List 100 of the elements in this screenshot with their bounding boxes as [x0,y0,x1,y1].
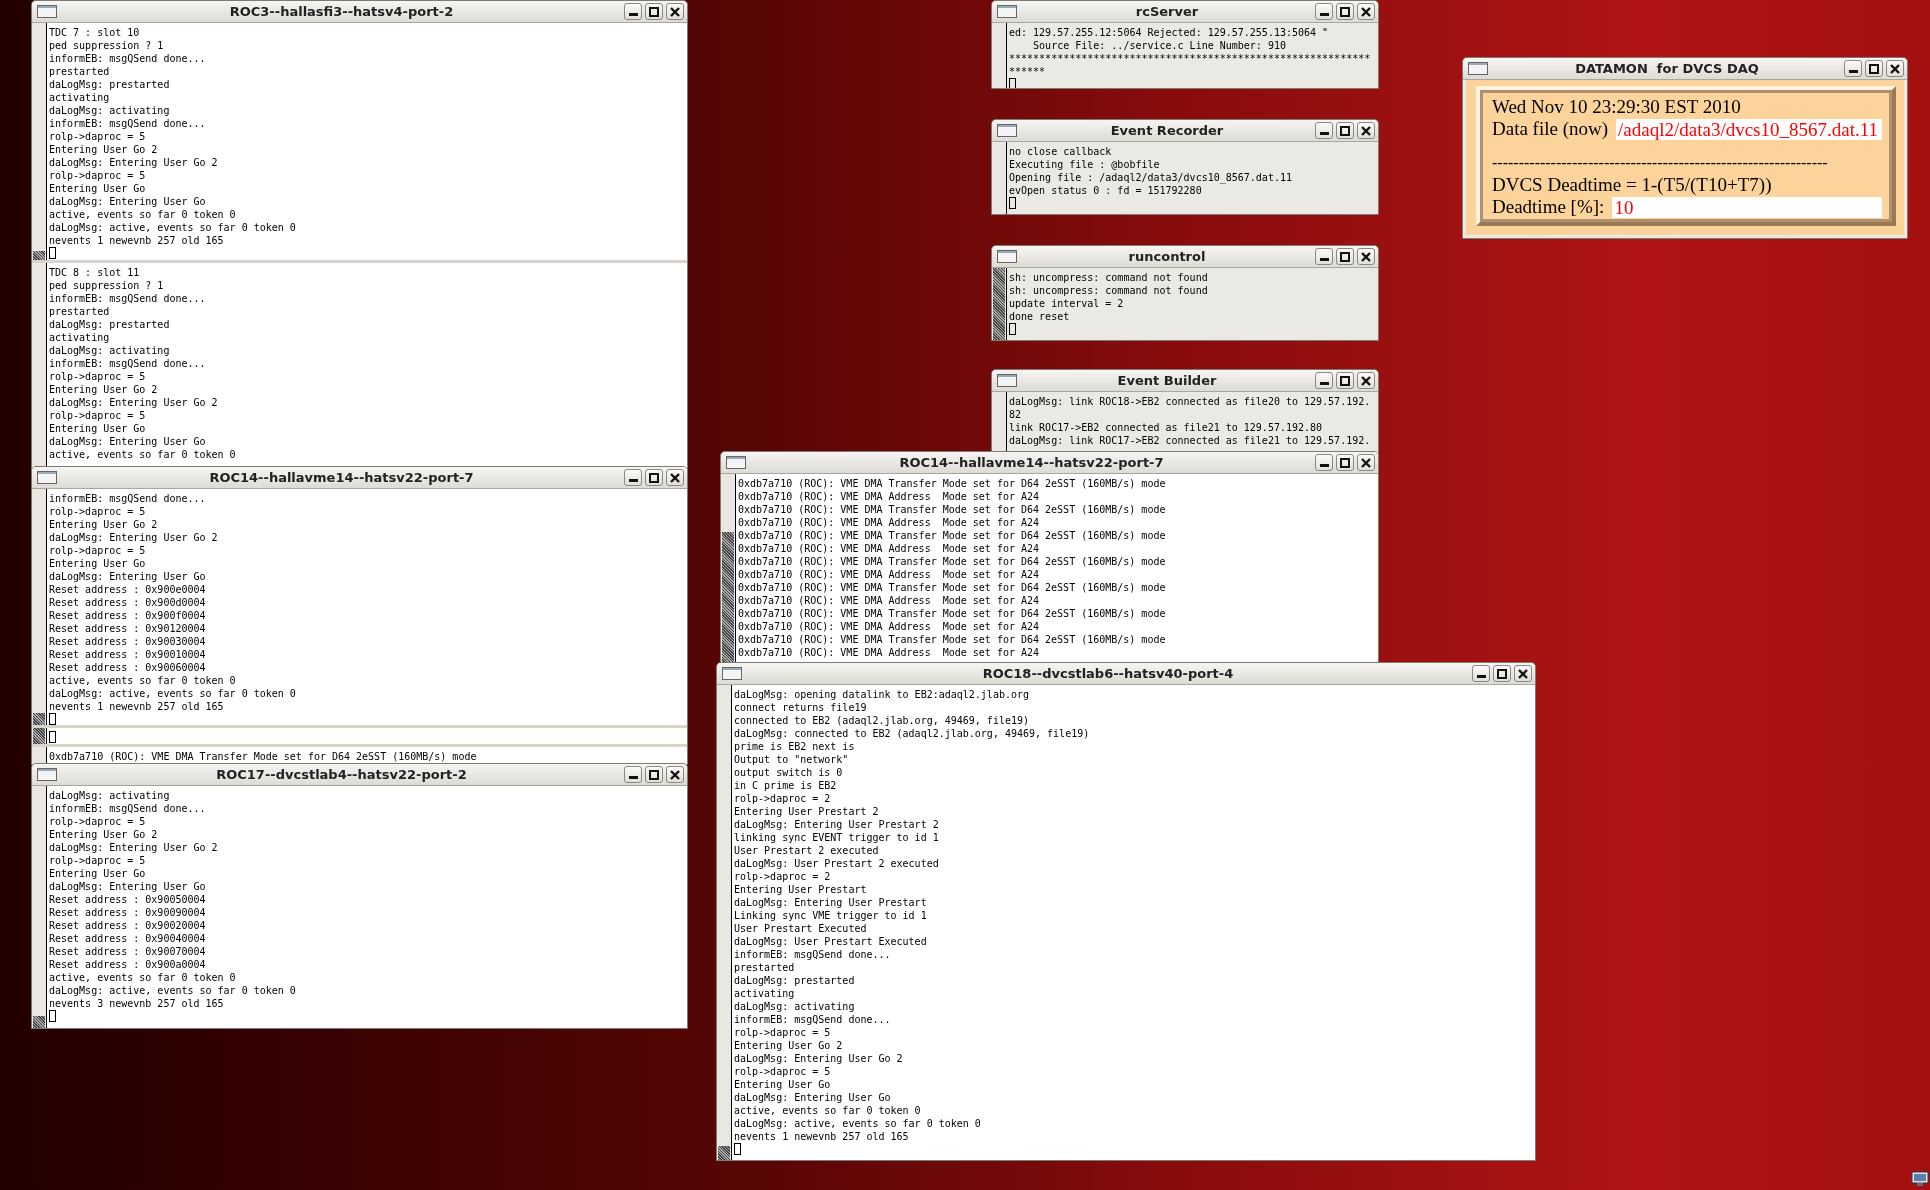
window-menu-button[interactable] [1468,61,1490,76]
terminal-line: Executing file : @bobfile [1009,158,1160,171]
close-button[interactable] [1357,454,1375,471]
terminal-line: ped suppression ? 1 [49,39,164,52]
terminal-line: daLogMsg: Entering User Go 2 [49,156,218,169]
maximize-button[interactable] [1865,60,1883,77]
scrollbar-thumb[interactable] [33,713,45,725]
close-button[interactable] [1357,122,1375,139]
close-button[interactable] [1886,60,1904,77]
minimize-button[interactable] [1315,372,1333,389]
close-button[interactable] [666,469,684,486]
maximize-button[interactable] [1336,122,1354,139]
minimize-button[interactable] [1472,665,1490,682]
maximize-icon [649,769,659,780]
window-menu-button[interactable] [722,666,744,681]
close-icon [670,472,680,483]
scrollbar-thumb[interactable] [33,728,45,744]
window-menu-icon [997,124,1017,137]
close-icon [1890,63,1900,74]
minimize-button[interactable] [624,3,642,20]
monitor-icon[interactable] [1911,1171,1929,1187]
terminal-line: Entering User Go 2 [49,518,158,531]
terminal-line: 82 [1009,408,1022,421]
maximize-button[interactable] [1493,665,1511,682]
minimize-button[interactable] [624,766,642,783]
window-menu-button[interactable] [726,455,748,470]
terminal-line: daLogMsg: active, events so far 0 token 0 [49,221,296,234]
maximize-icon [1340,125,1350,136]
terminal-line: Output to "network" [734,753,849,766]
minimize-button[interactable] [1844,60,1862,77]
window-menu-button[interactable] [37,767,59,782]
terminal-line: daLogMsg: User Prestart Executed [734,935,927,948]
maximize-icon [649,472,659,483]
terminal-line: sh: uncompress: command not found [1009,284,1208,297]
terminal-line: rolp->daproc = 5 [49,544,146,557]
terminal-line: ped suppression ? 1 [49,279,164,292]
terminal-line: Entering User Go [734,1078,831,1091]
window-title: DATAMON for DVCS DAQ [1574,61,1760,76]
maximize-icon [1340,375,1350,386]
terminal-line: prestarted [49,305,110,318]
close-button[interactable] [666,3,684,20]
close-button[interactable] [666,766,684,783]
terminal-line: Reset address : 0x90010004 [49,648,206,661]
scrollbar-thumb[interactable] [33,250,45,260]
window-title: ROC14--hallavme14--hatsv22-port-7 [898,455,1165,470]
minimize-button[interactable] [1315,122,1333,139]
window-menu-button[interactable] [37,4,59,19]
terminal-line: nevents 3 newevnb 257 old 165 [49,997,224,1010]
window-title: Event Recorder [1109,123,1225,138]
terminal-line: daLogMsg: active, events so far 0 token 0 [49,984,296,997]
close-icon [1361,457,1371,468]
dashed-rule-text: --------------------------------------------------------------- [1492,153,1828,173]
window-menu-icon [37,471,57,484]
minimize-button[interactable] [624,469,642,486]
maximize-button[interactable] [645,766,663,783]
terminal-line: Entering User Prestart 2 [734,805,879,818]
terminal-line: nevents 1 newevnb 257 old 165 [49,234,224,247]
terminal-line: ****** [1009,65,1046,78]
window-menu-button[interactable] [997,4,1019,19]
scrollbar-thumb[interactable] [993,268,1005,340]
close-button[interactable] [1357,3,1375,20]
scrollbar-thumb[interactable] [718,1145,730,1160]
terminal-line: TDC 7 : slot 10 [49,26,140,39]
window-menu-icon [997,5,1017,18]
maximize-button[interactable] [1336,454,1354,471]
terminal-line: nevents 1 newevnb 257 old 165 [49,700,224,713]
minimize-button[interactable] [1315,248,1333,265]
terminal-line: informEB: msgQSend done... [49,117,206,130]
window-title: ROC17--dvcstlab4--hatsv22-port-2 [215,767,468,782]
maximize-button[interactable] [1336,248,1354,265]
minimize-button[interactable] [1315,3,1333,20]
maximize-button[interactable] [645,3,663,20]
terminal-line: informEB: msgQSend done... [49,492,206,505]
window-menu-button[interactable] [997,249,1019,264]
window-menu-icon [997,250,1017,263]
window-menu-button[interactable] [997,373,1019,388]
terminal-line: rolp->daproc = 2 [734,870,831,883]
close-button[interactable] [1514,665,1532,682]
terminal-line: daLogMsg: Entering User Go 2 [49,531,218,544]
terminal-line: 0xdb7a710 (ROC): VME DMA Transfer Mode set for D64 2eSST (160MB/s) mode [738,477,1166,490]
terminal-line: TDC 8 : slot 11 [49,266,140,279]
close-button[interactable] [1357,372,1375,389]
maximize-button[interactable] [1336,3,1354,20]
terminal-line: informEB: msgQSend done... [49,52,206,65]
scrollbar-thumb[interactable] [33,1015,45,1028]
terminal-line: rolp->daproc = 5 [49,815,146,828]
close-button[interactable] [1357,248,1375,265]
terminal-line: rolp->daproc = 5 [49,370,146,383]
terminal-line: Entering User Go [49,867,146,880]
window-menu-button[interactable] [997,123,1019,138]
terminal-line: active, events so far 0 token 0 [734,1104,921,1117]
terminal-line: 0xdb7a710 (ROC): VME DMA Address Mode set for A24 [738,490,1040,503]
maximize-button[interactable] [1336,372,1354,389]
window-menu-button[interactable] [37,470,59,485]
maximize-button[interactable] [645,469,663,486]
terminal-line: rolp->daproc = 5 [49,409,146,422]
minimize-button[interactable] [1315,454,1333,471]
window-title: rcServer [1134,4,1200,19]
close-icon [670,769,680,780]
terminal-line: link ROC17->EB2 connected as file21 to 129.57.192.80 [1009,421,1323,434]
